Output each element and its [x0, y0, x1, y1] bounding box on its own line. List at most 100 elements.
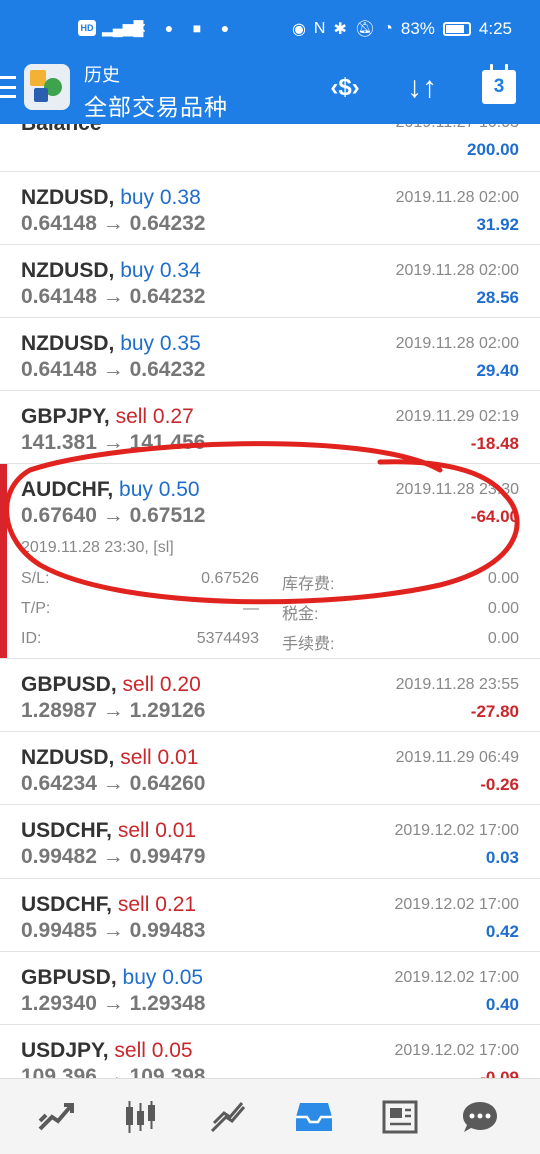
close-info: 2019.11.28 23:30, [sl]	[21, 539, 174, 556]
chart-icon[interactable]	[118, 1097, 162, 1137]
trade-prices: 109.396 → 109.398	[21, 1065, 206, 1078]
swap-value: 0.00	[487, 570, 519, 587]
trade-time: 2019.11.28 02:00	[395, 189, 519, 206]
symbol-text: USDCHF,	[21, 893, 113, 916]
menu-icon[interactable]	[0, 76, 16, 98]
symbol-text: NZDUSD,	[21, 746, 115, 769]
clock: 4:25	[478, 19, 512, 38]
symbol-filter-title[interactable]: 全部交易品种	[84, 88, 228, 122]
quotes-icon[interactable]	[34, 1097, 78, 1137]
trade-side: buy 0.05	[122, 966, 204, 989]
news-icon[interactable]	[378, 1097, 422, 1137]
selection-marker	[0, 464, 7, 658]
fee-value: 0.00	[487, 630, 519, 647]
fee-label: 手续费:	[282, 636, 335, 653]
balance-amount: 200.00	[467, 140, 519, 159]
status-left-icons: HD ▂▄▆█ ✕ ● ■ ●	[78, 20, 236, 36]
trade-time: 2019.11.28 23:30	[395, 481, 519, 498]
trade-prices: 0.67640 → 0.67512	[21, 504, 206, 527]
history-list[interactable]: Balance 2019.11.27 10:03 200.00 NZDUSD, …	[0, 124, 540, 1078]
symbol-text: NZDUSD,	[21, 332, 115, 355]
selected-trade-row[interactable]: AUDCHF, buy 0.50 0.67640 → 0.67512 2019.…	[0, 464, 540, 659]
symbol-text: GBPUSD,	[21, 673, 117, 696]
sort-icon[interactable]: ↓↑	[400, 68, 444, 108]
trade-time: 2019.11.28 23:55	[395, 676, 519, 693]
trade-row[interactable]: NZDUSD, buy 0.34 0.64148 → 0.64232 2019.…	[0, 245, 540, 318]
tp-label: T/P:	[21, 600, 51, 617]
trade-row[interactable]: USDCHF, sell 0.21 0.99485 → 0.99483 2019…	[0, 879, 540, 952]
trade-side: buy 0.35	[120, 332, 201, 355]
trade-time: 2019.12.02 17:00	[394, 822, 519, 839]
symbol-text: GBPUSD,	[21, 966, 117, 989]
trade-symbol: NZDUSD, buy 0.34	[21, 259, 201, 283]
battery-percent: 83%	[400, 19, 435, 38]
trade-side: sell 0.20	[122, 673, 201, 696]
message-icon: ●	[220, 20, 230, 36]
trade-profit: 31.92	[476, 215, 519, 234]
trade-time: 2019.11.29 06:49	[395, 749, 519, 766]
symbol-text: AUDCHF,	[21, 478, 114, 501]
history-icon[interactable]	[292, 1097, 336, 1137]
trade-side: buy 0.38	[120, 186, 201, 209]
trade-row[interactable]: GBPUSD, sell 0.20 1.28987 → 1.29126 2019…	[0, 659, 540, 732]
id-label: ID:	[21, 630, 42, 647]
trade-profit: -27.80	[470, 702, 519, 721]
balance-row[interactable]: Balance 2019.11.27 10:03 200.00	[0, 124, 540, 172]
trade-symbol: NZDUSD, sell 0.01	[21, 746, 198, 770]
mute-icon: 🔕︎	[354, 21, 376, 38]
id-value: 5374493	[196, 630, 259, 647]
trade-prices: 0.64234 → 0.64260	[21, 772, 206, 795]
calendar-icon[interactable]: 3	[482, 64, 516, 104]
app-logo[interactable]	[24, 64, 70, 110]
chat-icon: ●	[164, 20, 174, 36]
trade-profit: 0.40	[485, 995, 519, 1014]
trade-side: sell 0.21	[117, 893, 197, 916]
trade-side: sell 0.27	[115, 405, 194, 428]
bluetooth-icon: ✱	[333, 21, 347, 38]
trade-row[interactable]: GBPUSD, buy 0.05 1.29340 → 1.29348 2019.…	[0, 952, 540, 1025]
trade-symbol: AUDCHF, buy 0.50	[21, 478, 200, 502]
trade-icon[interactable]	[206, 1097, 250, 1137]
tax-label: 税金:	[282, 606, 319, 623]
trade-prices: 0.99482 → 0.99479	[21, 845, 206, 868]
trade-symbol: NZDUSD, buy 0.35	[21, 332, 201, 356]
balance-time: 2019.11.27 10:03	[396, 124, 519, 132]
trade-side: sell 0.01	[120, 746, 199, 769]
trade-row[interactable]: NZDUSD, buy 0.35 0.64148 → 0.64232 2019.…	[0, 318, 540, 391]
trade-symbol: GBPUSD, sell 0.20	[21, 673, 201, 697]
balance-label: Balance	[21, 124, 102, 136]
bottom-navigation	[0, 1078, 540, 1154]
trade-symbol: USDCHF, sell 0.21	[21, 893, 196, 917]
trade-profit: -0.09	[480, 1068, 519, 1078]
status-right: ◉ N ✱ 🔕︎ ◔ 83% 4:25	[292, 19, 512, 39]
trade-time: 2019.12.02 17:00	[394, 1042, 519, 1059]
nfc-icon: N	[313, 20, 326, 37]
hd-icon: HD	[78, 20, 96, 36]
symbol-text: NZDUSD,	[21, 186, 115, 209]
trade-row[interactable]: NZDUSD, sell 0.01 0.64234 → 0.64260 2019…	[0, 732, 540, 805]
sl-label: S/L:	[21, 570, 50, 587]
signal-icon: ▂▄▆█	[102, 20, 144, 36]
app-icon: ■	[192, 20, 202, 36]
trade-profit: -0.26	[480, 775, 519, 794]
trade-side: buy 0.50	[119, 478, 200, 501]
trade-symbol: NZDUSD, buy 0.38	[21, 186, 201, 210]
trade-symbol: GBPJPY, sell 0.27	[21, 405, 194, 429]
trade-row[interactable]: USDCHF, sell 0.01 0.99482 → 0.99479 2019…	[0, 805, 540, 879]
trade-row[interactable]: GBPJPY, sell 0.27 141.381 → 141.456 2019…	[0, 391, 540, 464]
currency-icon[interactable]: ‹$›	[324, 68, 366, 108]
trade-symbol: USDCHF, sell 0.01	[21, 819, 196, 843]
symbol-text: GBPJPY,	[21, 405, 110, 428]
trade-profit: 0.03	[485, 848, 519, 867]
trade-symbol: GBPUSD, buy 0.05	[21, 966, 203, 990]
trade-time: 2019.12.02 17:00	[394, 896, 519, 913]
trade-time: 2019.11.29 02:19	[395, 408, 519, 425]
trade-prices: 0.64148 → 0.64232	[21, 212, 206, 235]
messages-icon[interactable]	[458, 1097, 502, 1137]
trade-side: sell 0.05	[114, 1039, 193, 1062]
speed-icon: ◔	[383, 20, 393, 37]
trade-time: 2019.11.28 02:00	[395, 262, 519, 279]
tax-value: 0.00	[487, 600, 519, 617]
trade-row[interactable]: USDJPY, sell 0.05 109.396 → 109.398 2019…	[0, 1025, 540, 1078]
trade-row[interactable]: NZDUSD, buy 0.38 0.64148 → 0.64232 2019.…	[0, 172, 540, 245]
